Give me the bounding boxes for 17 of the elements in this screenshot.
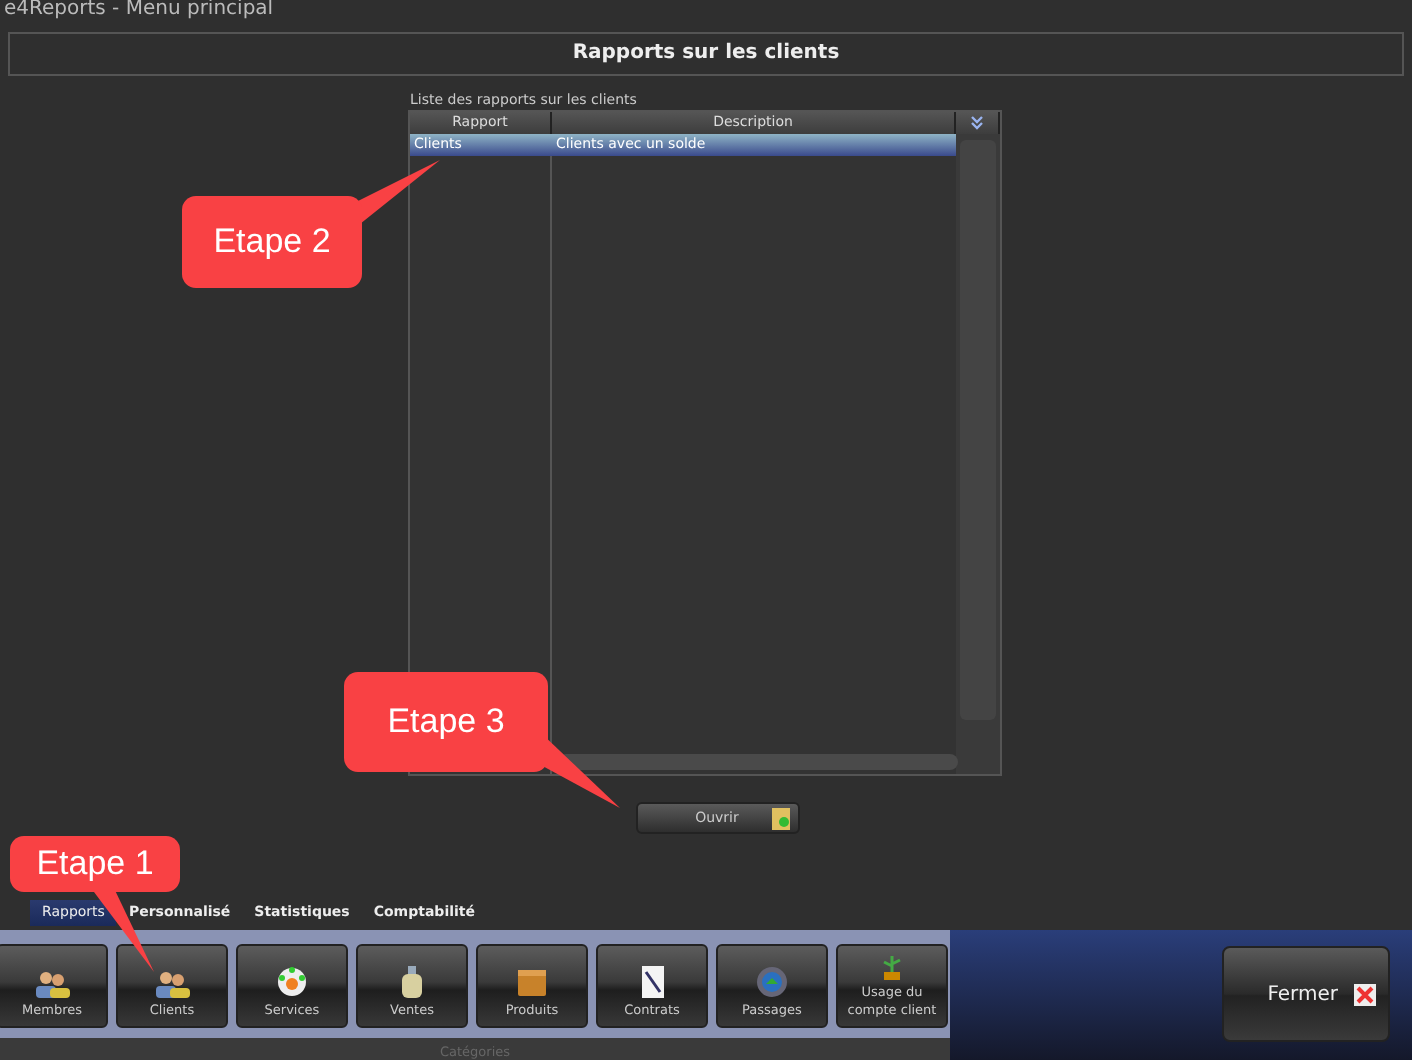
globe-icon — [756, 965, 788, 998]
document-icon — [639, 965, 665, 998]
folder-icon — [771, 807, 789, 830]
plant-icon — [882, 955, 902, 980]
column-chooser[interactable] — [956, 111, 1000, 134]
page-header: Rapports sur les clients — [8, 31, 1404, 76]
wheel-icon — [276, 965, 308, 998]
callout: Etape 1 — [10, 836, 180, 892]
callout: Etape 2 — [182, 196, 362, 288]
callout: Etape 3 — [344, 672, 548, 772]
box-icon — [516, 965, 548, 998]
close-icon — [1354, 983, 1376, 1006]
people-icon — [154, 969, 190, 998]
bottle-icon — [400, 965, 424, 998]
close-button[interactable]: Fermer — [1222, 946, 1390, 1043]
people-icon — [34, 969, 70, 998]
chevron-icon — [970, 115, 984, 130]
